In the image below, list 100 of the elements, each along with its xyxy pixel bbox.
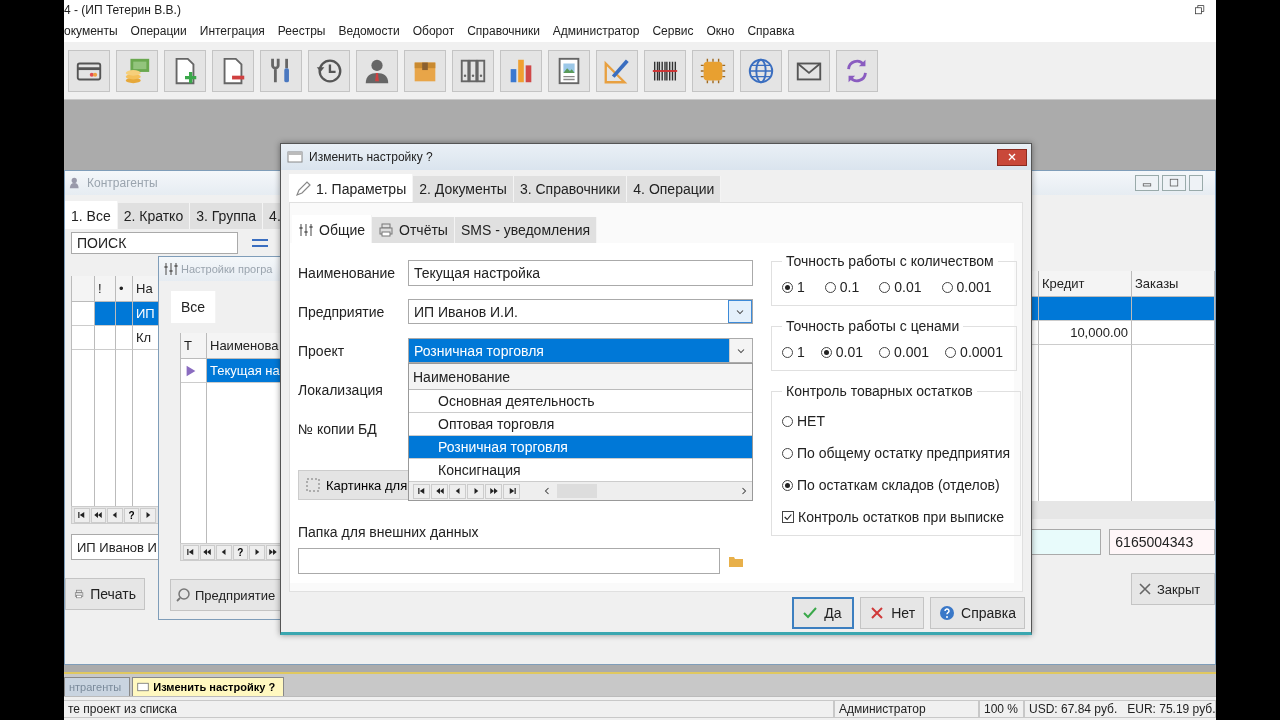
text-field[interactable]: [1031, 529, 1102, 555]
tab[interactable]: 1. Параметры: [289, 174, 414, 202]
folder-field[interactable]: [298, 548, 720, 574]
help-button[interactable]: ?: [123, 507, 140, 523]
radio-button[interactable]: [879, 281, 891, 293]
radio-button[interactable]: [782, 447, 793, 459]
radio-button[interactable]: [782, 346, 793, 358]
window-tab[interactable]: Изменить настройку ?: [132, 677, 285, 696]
checkbox[interactable]: [782, 511, 794, 523]
nav-button[interactable]: [413, 483, 430, 499]
status-user: Администратор: [834, 699, 979, 718]
ok-button[interactable]: Да: [792, 597, 855, 629]
radio-option[interactable]: По общему остатку предприятия: [782, 445, 1011, 461]
toolbar-button[interactable]: [788, 49, 830, 92]
menu-item[interactable]: Операции: [130, 24, 187, 38]
nav-button[interactable]: [449, 483, 466, 499]
menu-item[interactable]: Окно: [706, 24, 735, 38]
toolbar-button[interactable]: [68, 49, 110, 92]
nav-button[interactable]: [503, 483, 520, 499]
nav-button[interactable]: [265, 544, 281, 560]
inn-field[interactable]: 6165004343: [1109, 529, 1215, 555]
company-button[interactable]: Предприятие: [170, 579, 282, 611]
nav-button[interactable]: [74, 507, 90, 523]
checkbox-option[interactable]: Контроль остатков при выписке: [782, 509, 1011, 525]
maximize-button[interactable]: [1162, 175, 1186, 191]
tab[interactable]: Все: [171, 291, 217, 323]
help-button[interactable]: Справка: [930, 597, 1025, 629]
radio-button[interactable]: [782, 479, 793, 491]
toolbar-button[interactable]: [260, 49, 302, 92]
radio-option[interactable]: 0.1: [824, 279, 860, 295]
radio-button[interactable]: [782, 281, 793, 293]
tab[interactable]: 2. Кратко: [117, 203, 191, 229]
menu-item[interactable]: окументы: [64, 24, 118, 38]
list-option[interactable]: Розничная торговля: [409, 436, 752, 459]
toolbar-button[interactable]: [212, 49, 254, 92]
nav-button[interactable]: [485, 483, 502, 499]
menu-item[interactable]: Справка: [747, 24, 795, 38]
nav-button[interactable]: [107, 507, 123, 523]
group-title: Точность работы с количеством: [785, 253, 995, 269]
column-header: !: [95, 276, 116, 302]
selection-icon: [305, 477, 321, 493]
nav-button[interactable]: [467, 483, 484, 499]
radio-option[interactable]: 1: [782, 344, 805, 360]
window-title: 4 - (ИП Тетерин В.В.): [64, 3, 181, 17]
nav-button[interactable]: [140, 507, 156, 523]
cancel-button[interactable]: Нет: [860, 597, 925, 629]
radio-option[interactable]: 0.0001: [945, 344, 1003, 360]
menu-item[interactable]: Интеграция: [199, 24, 265, 38]
search-field[interactable]: ПОИСК: [71, 232, 238, 254]
radio-button[interactable]: [824, 281, 836, 293]
toolbar-button[interactable]: [452, 49, 494, 92]
menu-item[interactable]: Администратор: [552, 24, 640, 38]
nav-button[interactable]: [249, 544, 265, 560]
tab[interactable]: 3. Группа: [190, 203, 264, 229]
radio-option[interactable]: 0.001: [879, 344, 930, 360]
nav-button[interactable]: [216, 544, 232, 560]
company-dropdown[interactable]: ИП Иванов И.И.: [408, 299, 753, 324]
nav-button[interactable]: [183, 544, 199, 560]
menu-item[interactable]: Сервис: [652, 24, 694, 38]
help-button[interactable]: ?: [232, 544, 248, 560]
print-button[interactable]: Печать: [65, 578, 145, 610]
nav-button[interactable]: [199, 544, 215, 560]
tab[interactable]: 4. Операции: [627, 176, 722, 202]
toolbar-button[interactable]: [644, 49, 686, 92]
toolbar-button[interactable]: [164, 49, 206, 92]
list-option[interactable]: Основная деятельность: [409, 390, 752, 413]
tab[interactable]: Общие: [292, 215, 373, 243]
menu-item[interactable]: Справочники: [467, 24, 540, 38]
close-button[interactable]: Закрыт: [1131, 573, 1215, 605]
radio-option[interactable]: По остаткам складов (отделов): [782, 477, 1011, 493]
radio-button[interactable]: [820, 346, 832, 358]
radio-button[interactable]: [782, 415, 793, 427]
column-header: Наименование: [409, 364, 752, 390]
tab[interactable]: 1. Все: [65, 201, 118, 229]
tab[interactable]: 3. Справочники: [513, 176, 628, 202]
close-button[interactable]: [997, 148, 1027, 166]
field-label: Проект: [298, 342, 346, 359]
tab[interactable]: 2. Документы: [413, 176, 514, 202]
tab[interactable]: Отчёты: [372, 217, 455, 243]
name-field[interactable]: ИП Иванов И: [71, 534, 159, 560]
radio-option[interactable]: 0.01: [820, 344, 864, 360]
radio-option[interactable]: НЕТ: [782, 413, 1011, 429]
menu-item[interactable]: Реестры: [277, 24, 326, 38]
radio-option[interactable]: 0.001: [941, 279, 992, 295]
radio-option[interactable]: 1: [782, 279, 805, 295]
toolbar-button[interactable]: [548, 49, 590, 92]
toolbar-button[interactable]: [356, 49, 398, 92]
row-pointer-icon: [184, 363, 198, 378]
radio-button[interactable]: [879, 346, 891, 358]
nav-button[interactable]: [431, 483, 448, 499]
radio-button[interactable]: [945, 346, 957, 358]
menu-item[interactable]: Оборот: [412, 24, 455, 38]
name-field[interactable]: Текущая настройка: [408, 259, 753, 286]
radio-option[interactable]: 0.01: [879, 279, 922, 295]
nav-button[interactable]: [90, 507, 107, 523]
tab[interactable]: SMS - уведомления: [454, 217, 598, 243]
radio-button[interactable]: [941, 281, 953, 293]
menu-item[interactable]: Ведомости: [338, 24, 400, 38]
toolbar-button[interactable]: [308, 49, 350, 92]
minimize-button[interactable]: [1135, 175, 1159, 191]
